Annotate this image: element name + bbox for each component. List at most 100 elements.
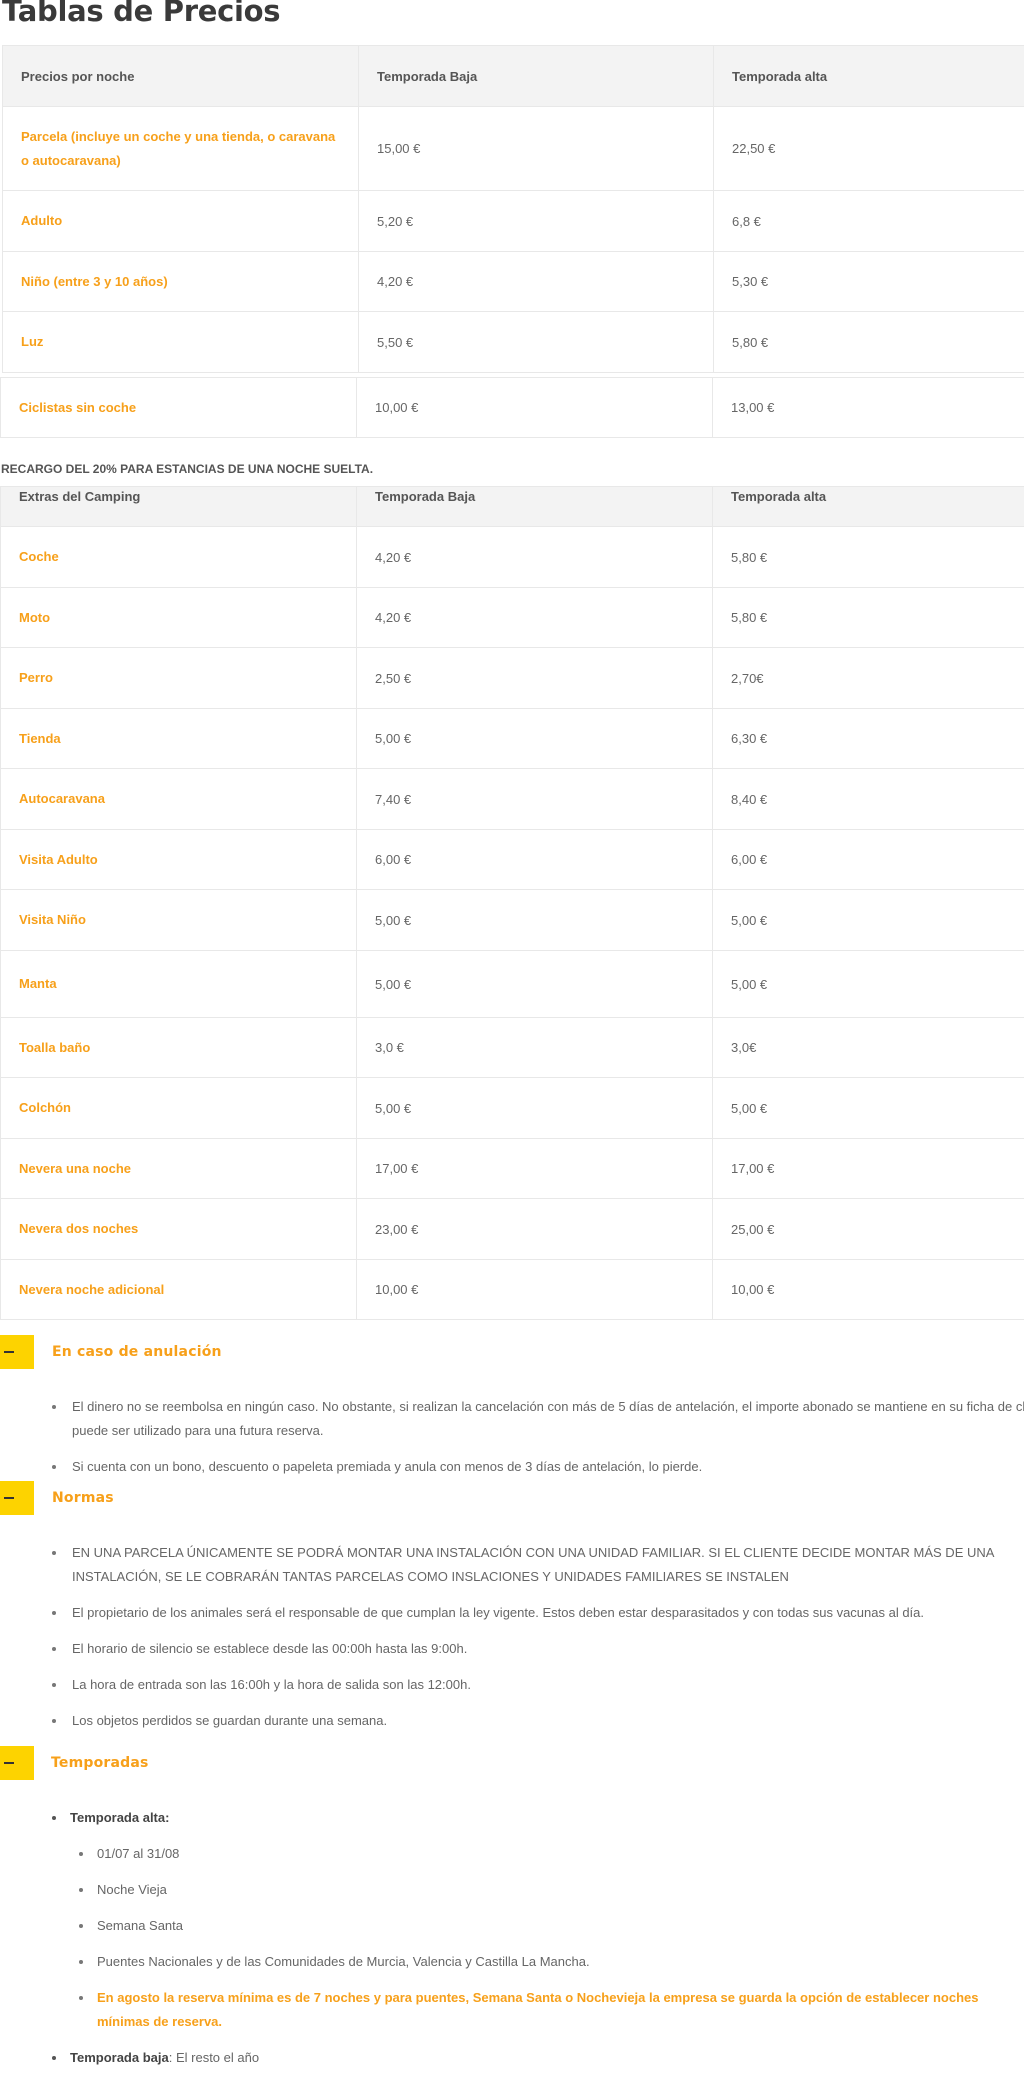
low-season-item: Temporada baja: El resto el año — [52, 2046, 1024, 2070]
table-row: Coche 4,20 €5,80 € — [0, 526, 1024, 588]
table-row: Visita Adulto 6,00 €6,00 € — [0, 829, 1024, 890]
low-season-price: 5,20 € — [358, 190, 714, 252]
high-season-price: 5,80 € — [712, 526, 1024, 588]
low-season-price: 7,40 € — [356, 768, 713, 830]
seasons-list: Temporada alta: 01/07 al 31/08 Noche Vie… — [0, 1806, 1024, 2070]
table-row: Parcela (incluye un coche y una tienda, … — [2, 106, 1024, 191]
high-season-price: 2,70€ — [712, 647, 1024, 709]
list-item: Si cuenta con un bono, descuento o papel… — [52, 1455, 1024, 1479]
table-row: Adulto 5,20 € 6,8 € — [2, 190, 1024, 252]
item-name: Tienda — [0, 708, 357, 769]
extras-table: Extras del Camping Temporada Baja Tempor… — [0, 486, 1024, 1320]
item-name: Coche — [0, 526, 357, 588]
low-season-price: 15,00 € — [358, 106, 714, 191]
high-season-price: 5,00 € — [712, 950, 1024, 1018]
accordion-cancellation-header[interactable]: En caso de anulación — [0, 1335, 1024, 1369]
column-header: Temporada alta — [713, 45, 1024, 107]
high-season-price: 3,0€ — [712, 1017, 1024, 1078]
accordion-title: Temporadas — [51, 1755, 149, 1771]
low-season-price: 17,00 € — [356, 1138, 713, 1199]
item-name: Colchón — [0, 1077, 357, 1139]
item-name: Moto — [0, 587, 357, 648]
column-header: Precios por noche — [2, 45, 359, 107]
column-header: Temporada Baja — [358, 45, 714, 107]
page-title: Tablas de Precios — [2, 0, 281, 28]
collapse-toggle-button[interactable] — [0, 1481, 34, 1515]
list-item: El dinero no se reembolsa en ningún caso… — [52, 1395, 1024, 1443]
accordion-seasons-header[interactable]: Temporadas — [0, 1746, 1024, 1780]
high-season-price: 13,00 € — [712, 377, 1024, 438]
list-item: Semana Santa — [79, 1914, 1024, 1938]
table-row: Ciclistas sin coche 10,00 € 13,00 € — [0, 377, 1024, 438]
list-item: El propietario de los animales será el r… — [52, 1601, 1024, 1625]
list-item: La hora de entrada son las 16:00h y la h… — [52, 1673, 1024, 1697]
high-season-price: 5,00 € — [712, 1077, 1024, 1139]
high-season-price: 22,50 € — [713, 106, 1024, 191]
table-row: Moto 4,20 €5,80 € — [0, 587, 1024, 648]
minimum-stay-note: En agosto la reserva mínima es de 7 noch… — [79, 1986, 1024, 2034]
column-header: Extras del Camping — [0, 486, 357, 527]
table-row: Nevera dos noches 23,00 €25,00 € — [0, 1198, 1024, 1260]
item-name: Adulto — [2, 190, 359, 252]
item-name: Toalla baño — [0, 1017, 357, 1078]
column-header: Temporada Baja — [356, 486, 713, 527]
table-row: Nevera una noche 17,00 €17,00 € — [0, 1138, 1024, 1199]
table-row: Perro 2,50 €2,70€ — [0, 647, 1024, 709]
item-name: Visita Adulto — [0, 829, 357, 890]
list-item: El horario de silencio se establece desd… — [52, 1637, 1024, 1661]
list-item: 01/07 al 31/08 — [79, 1842, 1024, 1866]
high-season-price: 5,80 € — [712, 587, 1024, 648]
surcharge-note: RECARGO DEL 20% PARA ESTANCIAS DE UNA NO… — [1, 462, 374, 476]
minus-icon — [4, 1762, 14, 1764]
low-season-price: 4,20 € — [356, 587, 713, 648]
low-season-price: 5,00 € — [356, 708, 713, 769]
table-header-row: Extras del Camping Temporada Baja Tempor… — [0, 486, 1024, 527]
table-row: Tienda 5,00 €6,30 € — [0, 708, 1024, 769]
item-name: Ciclistas sin coche — [0, 377, 357, 438]
high-season-price: 6,8 € — [713, 190, 1024, 252]
item-name: Nevera noche adicional — [0, 1259, 357, 1320]
table-header-row: Precios por noche Temporada Baja Tempora… — [2, 45, 1024, 107]
high-season-price: 6,30 € — [712, 708, 1024, 769]
low-season-text: : El resto el año — [168, 2050, 260, 2065]
high-season-sublist: 01/07 al 31/08 Noche Vieja Semana Santa … — [70, 1842, 1024, 2034]
column-header: Temporada alta — [712, 486, 1024, 527]
minus-icon — [4, 1351, 14, 1353]
accordion-rules-header[interactable]: Normas — [0, 1481, 1024, 1515]
accordion-title: En caso de anulación — [52, 1344, 222, 1360]
low-season-price: 3,0 € — [356, 1017, 713, 1078]
rules-list: EN UNA PARCELA ÚNICAMENTE SE PODRÁ MONTA… — [0, 1541, 1024, 1745]
cyclists-table: Ciclistas sin coche 10,00 € 13,00 € — [0, 377, 1024, 438]
high-season-price: 25,00 € — [712, 1198, 1024, 1260]
table-row: Autocaravana 7,40 €8,40 € — [0, 768, 1024, 830]
high-season-price: 5,80 € — [713, 311, 1024, 373]
item-name: Manta — [0, 950, 357, 1018]
table-row: Colchón 5,00 €5,00 € — [0, 1077, 1024, 1139]
item-name: Perro — [0, 647, 357, 709]
item-name: Visita Niño — [0, 889, 357, 951]
low-season-price: 4,20 € — [358, 251, 714, 312]
cancellation-list: El dinero no se reembolsa en ningún caso… — [0, 1395, 1024, 1491]
high-season-price: 5,30 € — [713, 251, 1024, 312]
low-season-price: 5,00 € — [356, 950, 713, 1018]
table-row: Luz 5,50 € 5,80 € — [2, 311, 1024, 373]
low-season-price: 10,00 € — [356, 1259, 713, 1320]
item-name: Niño (entre 3 y 10 años) — [2, 251, 359, 312]
high-season-item: Temporada alta: 01/07 al 31/08 Noche Vie… — [52, 1806, 1024, 2034]
high-season-price: 5,00 € — [712, 889, 1024, 951]
low-season-price: 6,00 € — [356, 829, 713, 890]
low-season-price: 10,00 € — [356, 377, 713, 438]
table-row: Niño (entre 3 y 10 años) 4,20 € 5,30 € — [2, 251, 1024, 312]
low-season-price: 5,00 € — [356, 1077, 713, 1139]
low-season-price: 2,50 € — [356, 647, 713, 709]
collapse-toggle-button[interactable] — [0, 1746, 34, 1780]
high-season-price: 8,40 € — [712, 768, 1024, 830]
collapse-toggle-button[interactable] — [0, 1335, 34, 1369]
low-season-price: 5,50 € — [358, 311, 714, 373]
list-item: Noche Vieja — [79, 1878, 1024, 1902]
item-name: Autocaravana — [0, 768, 357, 830]
table-row: Manta 5,00 €5,00 € — [0, 950, 1024, 1018]
prices-per-night-table: Precios por noche Temporada Baja Tempora… — [2, 45, 1024, 373]
low-season-price: 4,20 € — [356, 526, 713, 588]
high-season-price: 6,00 € — [712, 829, 1024, 890]
